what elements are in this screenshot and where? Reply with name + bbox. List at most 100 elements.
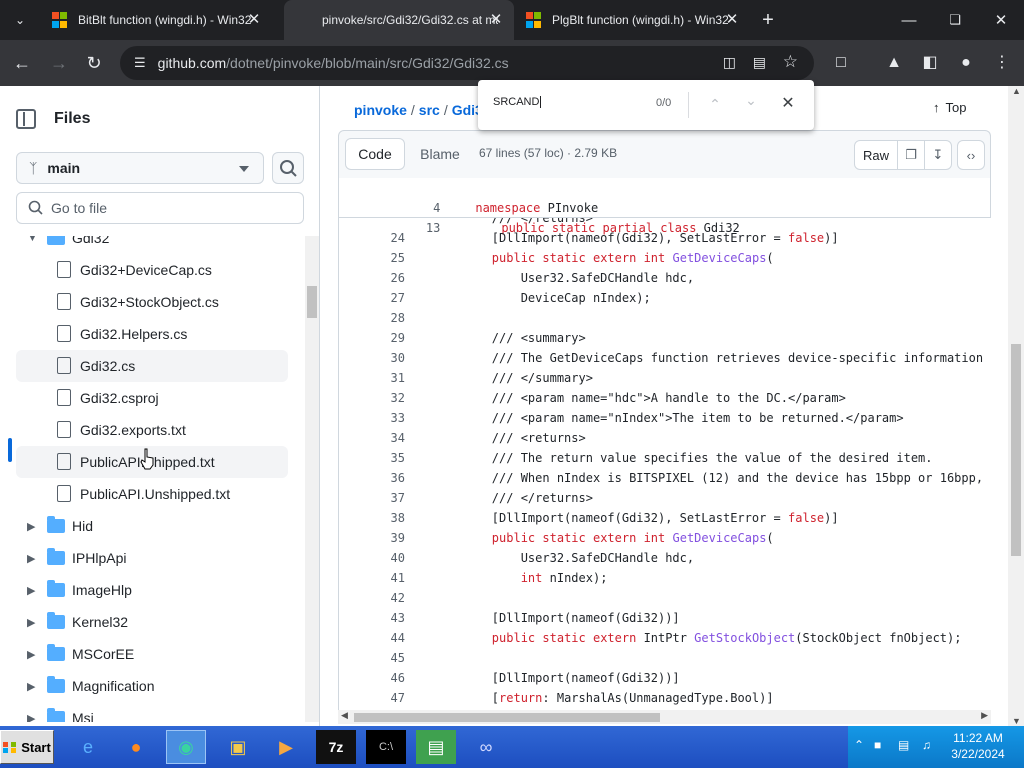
browser-menu-icon[interactable]: ⋮ <box>991 52 1013 74</box>
extensions-icon[interactable]: □ <box>830 52 852 74</box>
code-line[interactable]: /// </returns> <box>339 218 991 228</box>
tree-folder[interactable]: ▶ IPHlpApi <box>0 542 304 574</box>
code-line[interactable]: 42 <box>339 588 991 608</box>
volume-icon[interactable]: ♫ <box>922 738 931 752</box>
line-number[interactable]: 31 <box>339 368 405 388</box>
url-bar[interactable]: ☰ github.com/dotnet/pinvoke/blob/main/sr… <box>120 46 814 80</box>
network-icon[interactable]: ▤ <box>898 738 909 752</box>
code-line[interactable]: 45 <box>339 648 991 668</box>
line-number[interactable]: 33 <box>339 408 405 428</box>
symbols-panel-icon[interactable]: ‹› <box>957 140 985 170</box>
line-number[interactable]: 42 <box>339 588 405 608</box>
restore-icon[interactable]: ❏ <box>932 0 978 40</box>
code-line[interactable]: 40 User32.SafeDCHandle hdc, <box>339 548 991 568</box>
chevron-right-icon[interactable]: ▶ <box>27 648 35 661</box>
tree-file[interactable]: Gdi32.exports.txt <box>0 414 304 446</box>
tree-folder[interactable]: ▶ ImageHlp <box>0 574 304 606</box>
line-number[interactable]: 34 <box>339 428 405 448</box>
line-number[interactable]: 39 <box>339 528 405 548</box>
site-info-icon[interactable]: ☰ <box>134 55 146 71</box>
line-number[interactable]: 43 <box>339 608 405 628</box>
line-number[interactable]: 40 <box>339 548 405 568</box>
line-number[interactable]: 37 <box>339 488 405 508</box>
close-tab-icon[interactable]: ✕ <box>246 12 262 28</box>
tree-scrollbar-thumb[interactable] <box>307 286 317 318</box>
side-panel-icon[interactable]: ◧ <box>919 52 941 74</box>
line-number[interactable]: 28 <box>339 308 405 328</box>
back-icon[interactable]: ← <box>9 50 35 76</box>
tree-file[interactable]: PublicAPI.Unshipped.txt <box>0 478 304 510</box>
horizontal-scrollbar[interactable]: ◀ ▶ <box>338 710 991 724</box>
find-next-icon[interactable]: ⌄ <box>741 90 761 110</box>
tree-file[interactable]: Gdi32.csproj <box>0 382 304 414</box>
tree-folder[interactable]: ▶ MSCorEE <box>0 638 304 670</box>
line-number[interactable]: 24 <box>339 228 405 248</box>
line-number[interactable]: 30 <box>339 348 405 368</box>
labs-flask-icon[interactable]: ▲ <box>883 52 905 74</box>
close-window-icon[interactable]: ✕ <box>978 0 1024 40</box>
tab-plgblt[interactable]: PlgBlt function (wingdi.h) - Win32 ✕ <box>514 0 750 40</box>
code-line[interactable]: 35 /// The return value specifies the va… <box>339 448 991 468</box>
clock[interactable]: 11:22 AM 3/22/2024 <box>944 730 1012 762</box>
tree-file[interactable]: Gdi32.Helpers.cs <box>0 318 304 350</box>
line-number[interactable]: 32 <box>339 388 405 408</box>
tree-folder[interactable]: ▶ Hid <box>0 510 304 542</box>
find-previous-icon[interactable]: ⌃ <box>705 94 725 114</box>
line-number[interactable]: 38 <box>339 508 405 528</box>
line-number[interactable]: 35 <box>339 448 405 468</box>
code-line[interactable]: 33 /// <param name="nIndex">The item to … <box>339 408 991 428</box>
reload-icon[interactable]: ↻ <box>81 50 107 76</box>
code-line[interactable]: 44 public static extern IntPtr GetStockO… <box>339 628 991 648</box>
chevron-right-icon[interactable]: ▶ <box>27 584 35 597</box>
tree-file-selected[interactable]: Gdi32.cs <box>16 350 288 382</box>
collapse-sidebar-icon[interactable] <box>16 109 36 129</box>
close-tab-icon[interactable]: ✕ <box>488 12 504 28</box>
line-number[interactable]: 29 <box>339 328 405 348</box>
line-number[interactable]: 46 <box>339 668 405 688</box>
tab-search-chevron-icon[interactable]: ⌄ <box>0 0 40 40</box>
branch-selector[interactable]: ᛉ main <box>16 152 264 184</box>
messenger-icon[interactable]: ◉ <box>166 730 206 764</box>
tree-folder[interactable]: ▶ Msi <box>0 702 304 722</box>
chevron-down-icon[interactable]: ▼ <box>27 236 38 244</box>
media-icon[interactable]: ▶ <box>266 730 306 764</box>
tab-gdi32-cs[interactable]: pinvoke/src/Gdi32/Gdi32.cs at main ✕ <box>284 0 514 40</box>
new-tab-button[interactable]: + <box>750 0 786 40</box>
code-line[interactable]: 24 [DllImport(nameof(Gdi32), SetLastErro… <box>339 228 991 248</box>
explorer-icon[interactable]: ▣ <box>218 730 258 764</box>
tree-scrollbar[interactable] <box>305 236 319 722</box>
page-scrollbar[interactable]: ▲ ▼ <box>1008 86 1024 726</box>
code-line[interactable]: 34 /// <returns> <box>339 428 991 448</box>
scroll-up-icon[interactable]: ▲ <box>1012 86 1021 96</box>
line-number[interactable]: 44 <box>339 628 405 648</box>
code-line[interactable]: 43 [DllImport(nameof(Gdi32))] <box>339 608 991 628</box>
sticky-line[interactable]: 4 namespace PInvoke <box>339 178 598 215</box>
line-number[interactable]: 36 <box>339 468 405 488</box>
scroll-right-icon[interactable]: ▶ <box>981 710 988 721</box>
minimize-icon[interactable]: — <box>886 0 932 40</box>
code-line[interactable]: 46 [DllImport(nameof(Gdi32))] <box>339 668 991 688</box>
firefox-icon[interactable]: ● <box>116 730 156 764</box>
code-line[interactable]: 28 <box>339 308 991 328</box>
raw-button[interactable]: Raw <box>854 140 898 170</box>
code-line[interactable]: 36 /// When nIndex is BITSPIXEL (12) and… <box>339 468 991 488</box>
profile-avatar-icon[interactable]: ● <box>955 52 977 74</box>
tree-file[interactable]: Gdi32+DeviceCap.cs <box>0 254 304 286</box>
close-tab-icon[interactable]: ✕ <box>724 12 740 28</box>
install-app-icon[interactable]: ◫ <box>723 54 736 71</box>
code-line[interactable]: 26 User32.SafeDCHandle hdc, <box>339 268 991 288</box>
tree-folder[interactable]: ▶ Kernel32 <box>0 606 304 638</box>
back-to-top-button[interactable]: ↑ Top <box>933 100 966 115</box>
forward-icon[interactable]: → <box>46 50 72 76</box>
bookmark-star-icon[interactable]: ☆ <box>783 52 798 72</box>
tree-folder[interactable]: ▶ Magnification <box>0 670 304 702</box>
blame-tab[interactable]: Blame <box>409 138 471 170</box>
horizontal-scrollbar-thumb[interactable] <box>354 713 660 722</box>
code-line[interactable]: 32 /// <param name="hdc">A handle to the… <box>339 388 991 408</box>
chevron-right-icon[interactable]: ▶ <box>27 520 35 533</box>
chevron-right-icon[interactable]: ▶ <box>27 712 35 722</box>
reader-mode-icon[interactable]: ▤ <box>753 54 766 71</box>
go-to-file-input[interactable]: Go to file <box>16 192 304 224</box>
chart-app-icon[interactable]: ▤ <box>416 730 456 764</box>
code-line[interactable]: 37 /// </returns> <box>339 488 991 508</box>
